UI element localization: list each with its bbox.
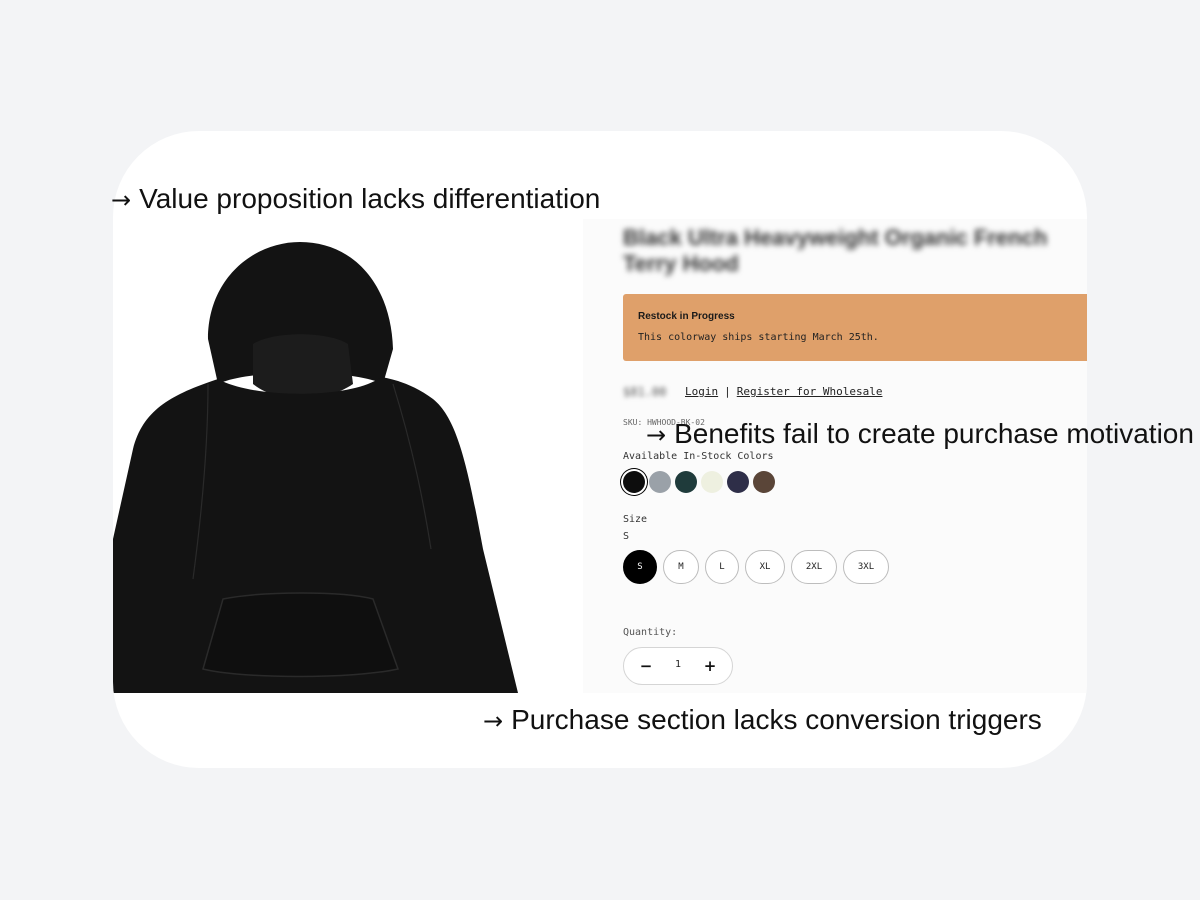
size-option-m[interactable]: M [663,550,699,584]
arrow-icon: → [111,186,132,214]
size-options: S M L XL 2XL 3XL [623,550,889,584]
decrease-quantity-button[interactable]: − [636,656,656,676]
annotation-benefits: → Benefits fail to create purchase motiva… [646,418,1194,451]
arrow-icon: → [646,421,667,449]
size-option-2xl[interactable]: 2XL [791,550,837,584]
selected-size-value: S [623,531,630,542]
quantity-value[interactable]: 1 [669,659,687,670]
size-option-3xl[interactable]: 3XL [843,550,889,584]
restock-message: This colorway ships starting March 25th. [638,332,879,343]
size-option-s[interactable]: S [623,550,657,584]
increase-quantity-button[interactable]: + [700,656,720,676]
color-swatch-brown[interactable] [753,471,775,493]
link-separator: | [724,385,731,398]
size-option-xl[interactable]: XL [745,550,785,584]
color-swatch-dark-teal[interactable] [675,471,697,493]
size-option-l[interactable]: L [705,550,739,584]
restock-title: Restock in Progress [638,311,735,322]
product-page-screenshot: Black Ultra Heavyweight Organic French T… [113,219,1087,693]
color-swatch-cream[interactable] [701,471,723,493]
annotation-value-proposition: → Value proposition lacks differentiation [111,183,600,216]
color-swatch-black[interactable] [623,471,645,493]
hoodie-hood-opening [253,334,353,399]
product-image [113,219,583,693]
hoodie-pocket [202,592,399,678]
register-wholesale-link[interactable]: Register for Wholesale [737,385,883,398]
colors-label: Available In-Stock Colors [623,451,774,462]
page-canvas: Black Ultra Heavyweight Organic French T… [0,0,1200,900]
color-swatch-navy[interactable] [727,471,749,493]
arrow-icon: → [483,707,504,735]
product-title: Black Ultra Heavyweight Organic French T… [623,225,1048,276]
product-price: $81.00 [623,385,667,399]
hoodie-image [113,242,518,693]
annotation-text: Purchase section lacks conversion trigge… [511,704,1042,735]
annotation-purchase-section: → Purchase section lacks conversion trigg… [483,704,1042,737]
color-swatches [623,471,775,495]
color-swatch-grey[interactable] [649,471,671,493]
quantity-stepper: − 1 + [623,647,733,685]
account-links: Login | Register for Wholesale [685,385,882,398]
annotation-text: Benefits fail to create purchase motivat… [674,418,1194,449]
restock-banner: Restock in Progress This colorway ships … [623,294,1087,361]
annotation-text: Value proposition lacks differentiation [139,183,601,214]
quantity-label: Quantity: [623,627,678,638]
login-link[interactable]: Login [685,385,718,398]
size-label: Size [623,514,648,525]
